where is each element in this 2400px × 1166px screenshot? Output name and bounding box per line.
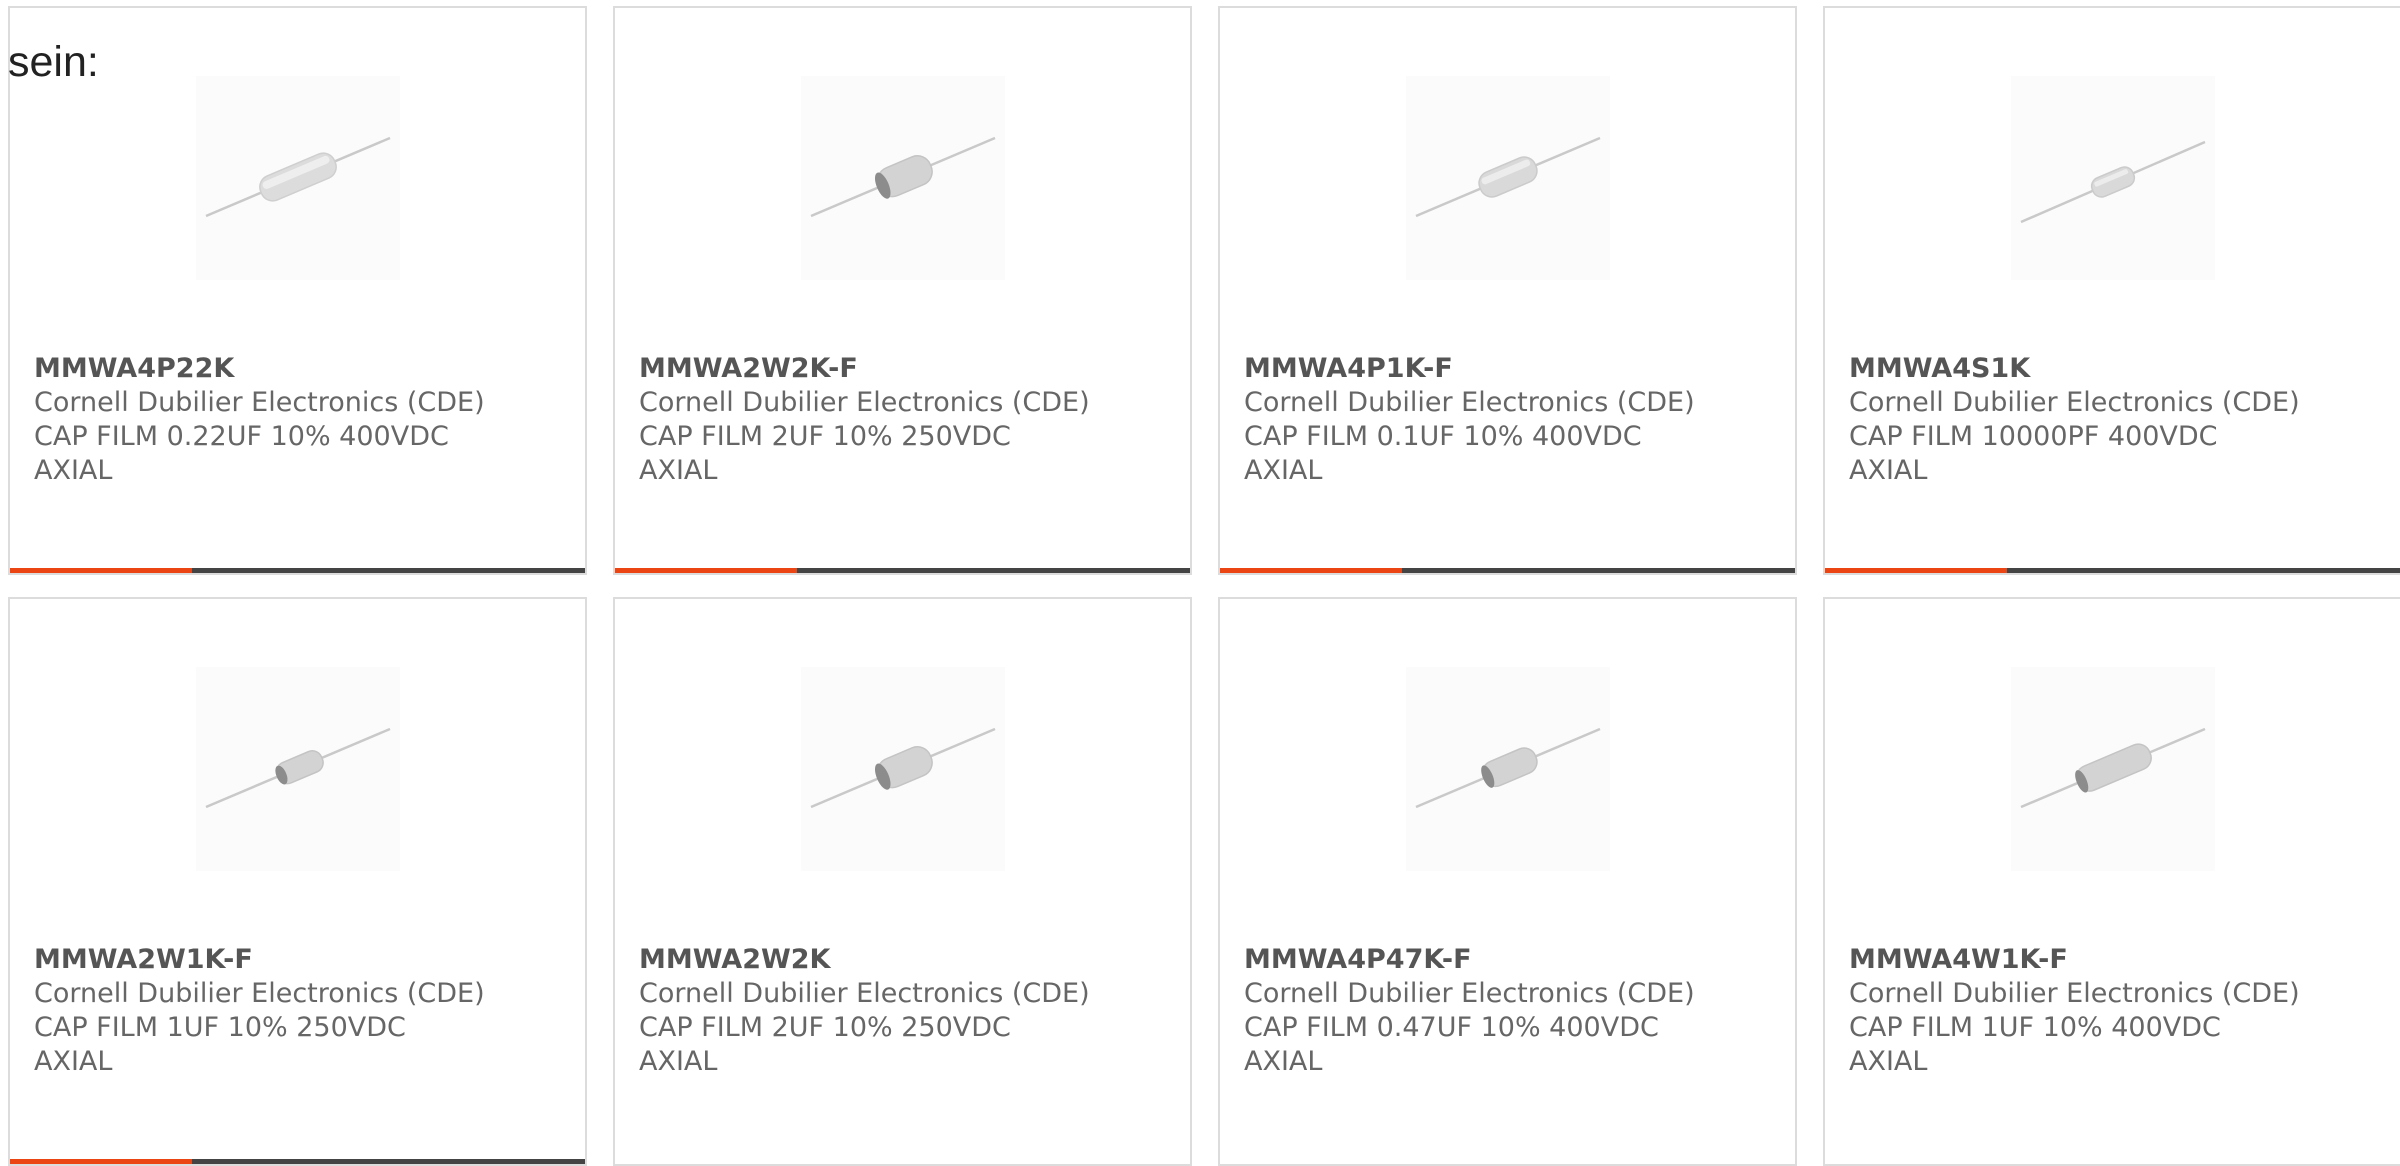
- product-info: MMWA4P47K-F Cornell Dubilier Electronics…: [1244, 943, 1695, 1079]
- product-card[interactable]: MMWA4S1K Cornell Dubilier Electronics (C…: [1823, 6, 2400, 575]
- capacitor-icon: [810, 136, 996, 218]
- card-bar-accent: [10, 568, 192, 573]
- description: CAP FILM 0.47UF 10% 400VDC: [1244, 1012, 1659, 1043]
- description-package: AXIAL: [1849, 1046, 1928, 1077]
- product-image[interactable]: [801, 667, 1005, 871]
- part-number[interactable]: MMWA4P1K-F: [1244, 352, 1695, 386]
- capacitor-icon: [810, 727, 996, 809]
- product-card[interactable]: MMWA4P47K-F Cornell Dubilier Electronics…: [1218, 597, 1797, 1166]
- description: CAP FILM 2UF 10% 250VDC: [639, 1012, 1011, 1043]
- capacitor-icon: [2020, 140, 2206, 224]
- description: CAP FILM 0.1UF 10% 400VDC: [1244, 421, 1642, 452]
- product-card[interactable]: MMWA2W1K-F Cornell Dubilier Electronics …: [8, 597, 587, 1166]
- part-number[interactable]: MMWA4P22K: [34, 352, 485, 386]
- card-bar-accent: [1220, 568, 1402, 573]
- description-package: AXIAL: [34, 1046, 113, 1077]
- card-bar: [615, 568, 1190, 573]
- product-grid: MMWA4P22K Cornell Dubilier Electronics (…: [8, 6, 2400, 1166]
- description-package: AXIAL: [639, 455, 718, 486]
- intro-text: sein:: [8, 38, 99, 86]
- card-bar: [1825, 568, 2400, 573]
- manufacturer: Cornell Dubilier Electronics (CDE): [34, 387, 485, 418]
- product-card[interactable]: MMWA4P22K Cornell Dubilier Electronics (…: [8, 6, 587, 575]
- card-bar-accent: [615, 568, 797, 573]
- product-image[interactable]: [1406, 667, 1610, 871]
- description: CAP FILM 10000PF 400VDC: [1849, 421, 2218, 452]
- product-image[interactable]: [196, 76, 400, 280]
- part-number[interactable]: MMWA4P47K-F: [1244, 943, 1695, 977]
- manufacturer: Cornell Dubilier Electronics (CDE): [34, 978, 485, 1009]
- description: CAP FILM 0.22UF 10% 400VDC: [34, 421, 449, 452]
- description-package: AXIAL: [1244, 1046, 1323, 1077]
- description-package: AXIAL: [1849, 455, 1928, 486]
- manufacturer: Cornell Dubilier Electronics (CDE): [1849, 387, 2300, 418]
- product-info: MMWA2W2K Cornell Dubilier Electronics (C…: [639, 943, 1090, 1079]
- product-info: MMWA4P22K Cornell Dubilier Electronics (…: [34, 352, 485, 488]
- product-image[interactable]: [196, 667, 400, 871]
- manufacturer: Cornell Dubilier Electronics (CDE): [1244, 978, 1695, 1009]
- product-info: MMWA4P1K-F Cornell Dubilier Electronics …: [1244, 352, 1695, 488]
- product-info: MMWA2W1K-F Cornell Dubilier Electronics …: [34, 943, 485, 1079]
- description: CAP FILM 1UF 10% 250VDC: [34, 1012, 406, 1043]
- manufacturer: Cornell Dubilier Electronics (CDE): [639, 978, 1090, 1009]
- description-package: AXIAL: [1244, 455, 1323, 486]
- product-image[interactable]: [801, 76, 1005, 280]
- description-package: AXIAL: [34, 455, 113, 486]
- part-number[interactable]: MMWA2W1K-F: [34, 943, 485, 977]
- description-package: AXIAL: [639, 1046, 718, 1077]
- card-bar: [1220, 568, 1795, 573]
- product-image[interactable]: [2011, 76, 2215, 280]
- card-bar: [10, 568, 585, 573]
- product-card[interactable]: MMWA2W2K-F Cornell Dubilier Electronics …: [613, 6, 1192, 575]
- description: CAP FILM 1UF 10% 400VDC: [1849, 1012, 2221, 1043]
- product-info: MMWA4W1K-F Cornell Dubilier Electronics …: [1849, 943, 2300, 1079]
- product-image[interactable]: [1406, 76, 1610, 280]
- description: CAP FILM 2UF 10% 250VDC: [639, 421, 1011, 452]
- manufacturer: Cornell Dubilier Electronics (CDE): [639, 387, 1090, 418]
- capacitor-icon: [2020, 727, 2206, 809]
- card-bar-accent: [10, 1159, 192, 1164]
- product-info: MMWA4S1K Cornell Dubilier Electronics (C…: [1849, 352, 2300, 488]
- product-card[interactable]: MMWA4P1K-F Cornell Dubilier Electronics …: [1218, 6, 1797, 575]
- product-card[interactable]: MMWA2W2K Cornell Dubilier Electronics (C…: [613, 597, 1192, 1166]
- capacitor-icon: [1415, 727, 1601, 809]
- capacitor-icon: [205, 727, 391, 809]
- manufacturer: Cornell Dubilier Electronics (CDE): [1244, 387, 1695, 418]
- card-bar: [10, 1159, 585, 1164]
- part-number[interactable]: MMWA4W1K-F: [1849, 943, 2300, 977]
- part-number[interactable]: MMWA2W2K-F: [639, 352, 1090, 386]
- capacitor-icon: [205, 136, 391, 218]
- product-image[interactable]: [2011, 667, 2215, 871]
- manufacturer: Cornell Dubilier Electronics (CDE): [1849, 978, 2300, 1009]
- part-number[interactable]: MMWA2W2K: [639, 943, 1090, 977]
- part-number[interactable]: MMWA4S1K: [1849, 352, 2300, 386]
- capacitor-icon: [1415, 136, 1601, 218]
- product-info: MMWA2W2K-F Cornell Dubilier Electronics …: [639, 352, 1090, 488]
- product-card[interactable]: MMWA4W1K-F Cornell Dubilier Electronics …: [1823, 597, 2400, 1166]
- card-bar-accent: [1825, 568, 2007, 573]
